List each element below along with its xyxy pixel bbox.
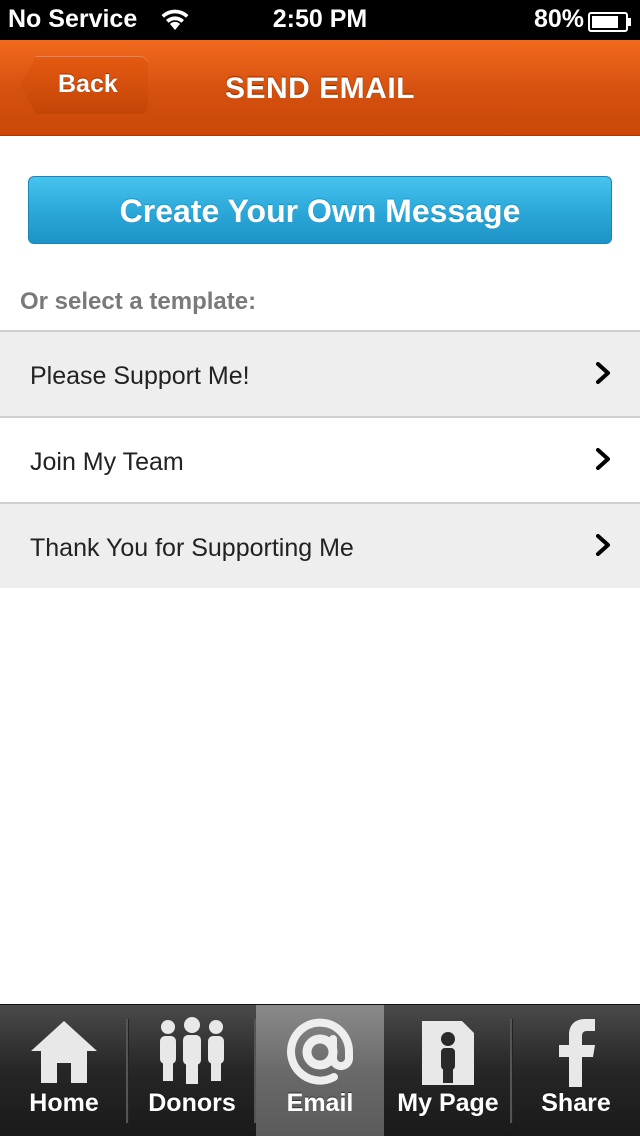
- tab-my-page[interactable]: My Page: [384, 1005, 512, 1136]
- tab-label: My Page: [397, 1089, 499, 1117]
- template-row-label: Please Support Me!: [30, 362, 250, 390]
- template-row-label: Join My Team: [30, 448, 184, 476]
- template-prompt: Or select a template:: [20, 288, 257, 315]
- donors-icon: [128, 1017, 256, 1089]
- template-list: Please Support Me! Join My Team Thank Yo…: [0, 330, 640, 588]
- tab-bar: Home Donors Email My Page Share: [0, 1004, 640, 1136]
- create-own-message-button[interactable]: Create Your Own Message: [28, 176, 612, 244]
- template-row-label: Thank You for Supporting Me: [30, 534, 354, 562]
- tab-label: Home: [29, 1089, 99, 1117]
- tab-label: Share: [541, 1089, 611, 1117]
- chevron-right-icon: [588, 444, 618, 474]
- page-title: SEND EMAIL: [224, 72, 415, 105]
- home-icon: [0, 1017, 128, 1089]
- battery-icon: [588, 10, 632, 32]
- tab-home[interactable]: Home: [0, 1005, 128, 1136]
- template-row-join-team[interactable]: Join My Team: [0, 416, 640, 502]
- template-row-thank-you[interactable]: Thank You for Supporting Me: [0, 502, 640, 588]
- navigation-header: Back SEND EMAIL: [0, 40, 640, 136]
- battery-percentage: 80%: [533, 5, 584, 33]
- tab-label: Donors: [148, 1089, 236, 1117]
- status-bar: No Service 2:50 PM 80%: [0, 0, 640, 40]
- tab-label: Email: [286, 1089, 354, 1117]
- chevron-right-icon: [588, 358, 618, 388]
- chevron-right-icon: [588, 530, 618, 560]
- template-row-please-support[interactable]: Please Support Me!: [0, 330, 640, 416]
- tab-donors[interactable]: Donors: [128, 1005, 256, 1136]
- tab-email[interactable]: Email: [256, 1005, 384, 1136]
- facebook-icon: [512, 1017, 640, 1089]
- my-page-icon: [384, 1017, 512, 1089]
- tab-share[interactable]: Share: [512, 1005, 640, 1136]
- at-sign-icon: [256, 1017, 384, 1089]
